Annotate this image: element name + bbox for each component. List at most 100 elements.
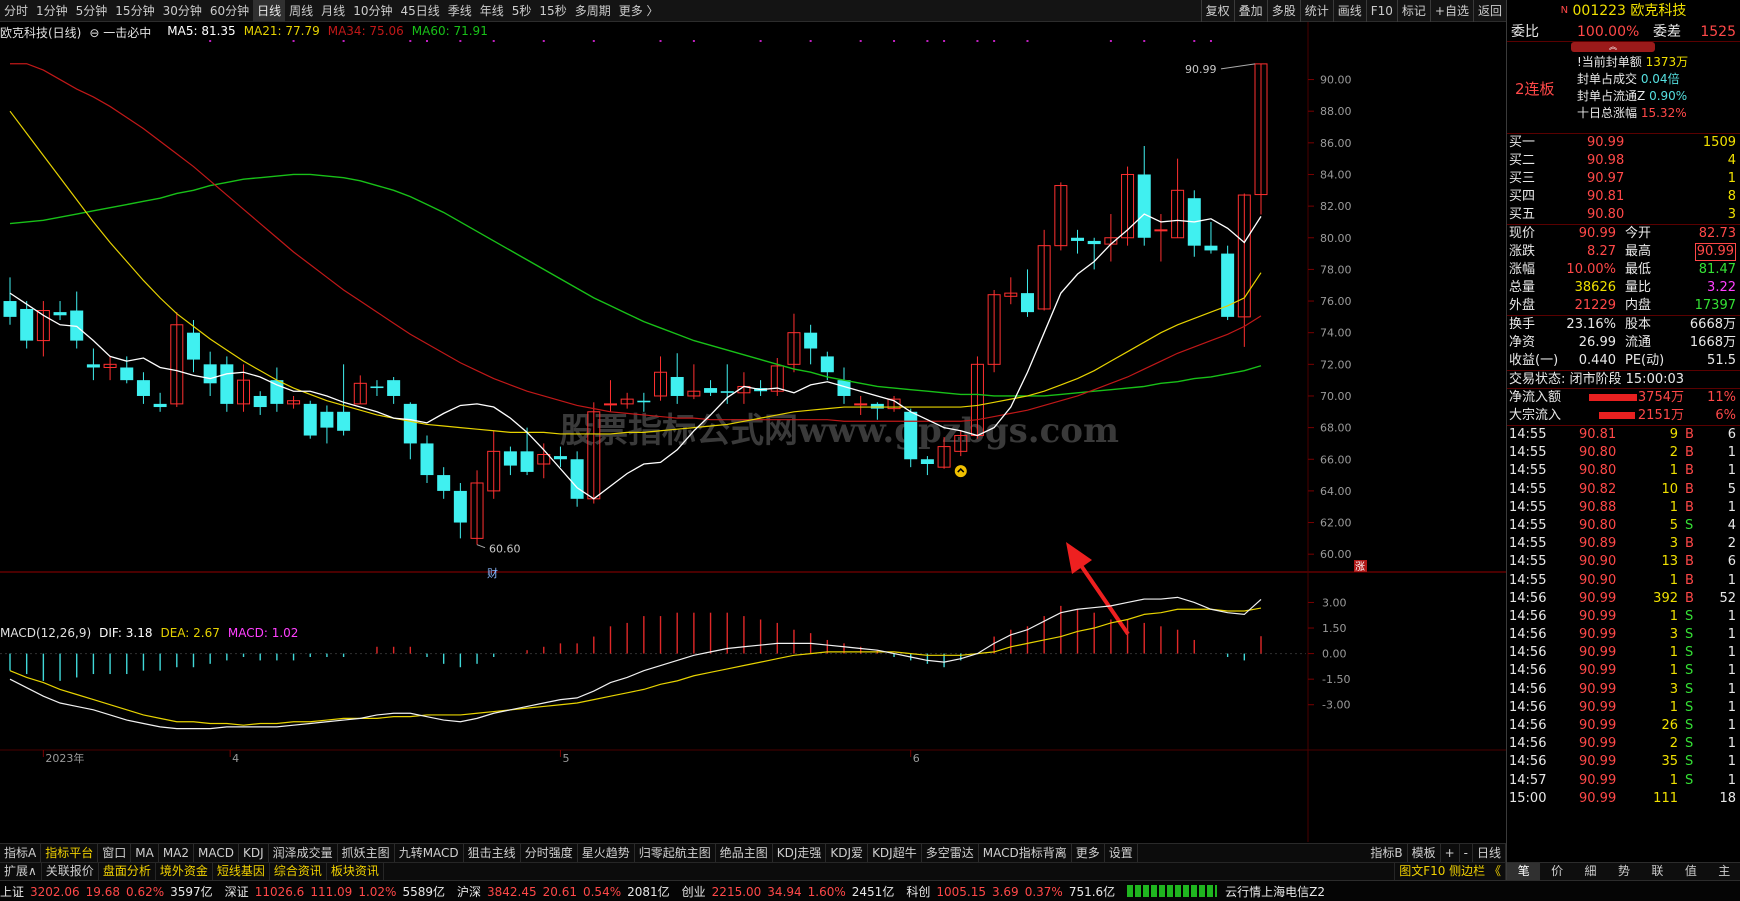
ext-tab-5[interactable]: 综合资讯 [270,863,327,880]
server-label[interactable]: 云行情上海电信Z2 [1225,883,1325,900]
ext-tab-3[interactable]: 境外资金 [156,863,213,880]
formula-label[interactable]: ⊖ 一击必中 [89,24,159,40]
indicator-right-btn-0[interactable]: 指标B [1366,844,1408,862]
index-item-3[interactable]: 创业 2215.00 34.94 1.60% 2451亿 [682,883,901,900]
finance-marker: 财 [487,566,498,580]
indicator-tab-20[interactable]: 更多 [1072,844,1105,862]
ext-tab-6[interactable]: 板块资讯 [327,863,384,880]
sidebar-tab-5[interactable]: 值 [1674,863,1707,880]
stock-code: 001223 [1572,3,1626,19]
index-item-2[interactable]: 沪深 3842.45 20.61 0.54% 2081亿 [457,883,676,900]
period-tab-3[interactable]: 15分钟 [111,0,158,22]
indicator-tab-5[interactable]: MACD [194,844,239,862]
tick-price-8: 90.90 [1579,572,1617,588]
sidebar-tab-3[interactable]: 势 [1607,863,1640,880]
indicator-tab-7[interactable]: 润泽成交量 [269,844,338,862]
ext-tab-4[interactable]: 短线基因 [213,863,270,880]
indicator-tab-4[interactable]: MA2 [159,844,195,862]
indicator-tab-13[interactable]: 归零起航主图 [635,844,716,862]
indicator-tab-3[interactable]: MA [131,844,159,862]
lianban-label: 2连板 [1515,80,1555,98]
tick-volume-11: 3 [1669,627,1678,643]
period-tab-11[interactable]: 季线 [444,0,476,22]
index-item-0[interactable]: 上证 3202.06 19.68 0.62% 3597亿 [0,883,219,900]
sidebar-tab-2[interactable]: 細 [1574,863,1607,880]
indicator-tab-2[interactable]: 窗口 [98,844,132,862]
tick-row-5: 14:55 90.80 5 S 4 [1507,517,1740,535]
indicator-tab-10[interactable]: 狙击主线 [464,844,521,862]
indicator-tab-11[interactable]: 分时强度 [521,844,578,862]
sidebar-tab-1[interactable]: 价 [1540,863,1573,880]
period-tab-16[interactable]: 更多 〉 [615,0,663,22]
kline-chart[interactable]: 90.00 88.00 86.00 84.00 82.00 80.00 78.00 76.00… [0,22,1506,851]
period-tab-6[interactable]: 日线 [253,0,286,22]
toolbar-btn-5[interactable]: F10 [1365,0,1397,22]
indicator-right-btn-2[interactable]: + [1441,844,1460,862]
indicator-tab-9[interactable]: 九转MACD [395,844,464,862]
candle-body-12 [203,364,217,384]
period-tab-12[interactable]: 年线 [476,0,508,22]
indicator-tab-14[interactable]: 绝品主图 [716,844,773,862]
period-tab-10[interactable]: 45日线 [396,0,443,22]
indicator-tab-16[interactable]: KDJ爱 [826,844,869,862]
indicator-tab-19[interactable]: MACD指标背离 [979,844,1072,862]
ext-tab-0[interactable]: 扩展∧ [0,863,42,880]
period-tab-5[interactable]: 60分钟 [206,0,253,22]
top-signal-dot-17 [976,40,979,42]
tick-volume-15: 1 [1669,699,1678,715]
toolbar-btn-3[interactable]: 统计 [1299,0,1333,22]
candle-22 [370,380,384,396]
ext-tab-2[interactable]: 盘面分析 [99,863,156,880]
indicator-right-btn-4[interactable]: 日线 [1473,844,1506,862]
toolbar-btn-6[interactable]: 标记 [1396,0,1430,22]
period-tab-9[interactable]: 10分钟 [349,0,396,22]
tick-row-4: 14:55 90.88 1 B 1 [1507,499,1740,517]
period-tab-7[interactable]: 周线 [285,0,317,22]
tick-time-5: 14:55 [1509,517,1547,533]
index-item-4[interactable]: 科创 1005.15 3.69 0.37% 751.6亿 [906,883,1121,900]
indicator-tab-1[interactable]: 指标平台 [41,844,99,862]
f10-sidebar-toggle[interactable]: 图文F10 侧边栏 《 [1394,863,1506,880]
candle-23 [387,376,401,404]
period-tab-8[interactable]: 月线 [317,0,349,22]
weibi-row: 委比 100.00% 委差 1525 [1507,22,1740,42]
toolbar-btn-8[interactable]: 返回 [1472,0,1506,22]
candle-body-43 [720,391,734,393]
sidebar-tab-0[interactable]: 笔 [1507,863,1541,880]
indicator-right-btn-1[interactable]: 模板 [1408,844,1441,862]
indicator-tab-21[interactable]: 设置 [1105,844,1138,862]
toolbar-btn-2[interactable]: 多股 [1266,0,1300,22]
index-field-3-3: 1.60% [807,884,846,899]
indicator-right-btn-3[interactable]: - [1460,844,1473,862]
candle-31 [520,427,534,476]
tick-time-15: 14:56 [1509,699,1547,715]
indicator-tab-6[interactable]: KDJ [239,844,269,862]
toolbar-btn-1[interactable]: 叠加 [1233,0,1267,22]
index-item-1[interactable]: 深证 11026.6 111.09 1.02% 5589亿 [225,883,451,900]
period-tab-13[interactable]: 5秒 [508,0,536,22]
expand-button[interactable]: ︽ [1507,42,1740,52]
sidebar-tab-6[interactable]: 主 [1708,863,1740,880]
indicator-tab-15[interactable]: KDJ走强 [773,844,827,862]
toolbar-btn-7[interactable]: +自选 [1429,0,1473,22]
buy-level-2: 买三 90.97 1 [1507,170,1740,188]
toolbar-btn-0[interactable]: 复权 [1200,0,1234,22]
indicator-tab-17[interactable]: KDJ超牛 [868,844,922,862]
period-tab-1[interactable]: 1分钟 [32,0,72,22]
period-tab-15[interactable]: 多周期 [571,0,615,22]
candle-body-3 [53,312,67,316]
price-tick-11: 68.00 [1320,422,1352,435]
period-tab-0[interactable]: 分时 [0,0,32,22]
sidebar-tab-4[interactable]: 联 [1641,863,1674,880]
period-tab-2[interactable]: 5分钟 [72,0,112,22]
period-tab-14[interactable]: 15秒 [535,0,570,22]
top-signal-dot-4 [426,40,428,42]
period-tab-4[interactable]: 30分钟 [159,0,206,22]
indicator-tab-0[interactable]: 指标A [0,844,42,862]
toolbar-btn-4[interactable]: 画线 [1332,0,1366,22]
candle-12 [203,351,217,396]
ext-tab-1[interactable]: 关联报价 [42,863,99,880]
indicator-tab-12[interactable]: 星火趋势 [578,844,635,862]
indicator-tab-8[interactable]: 抓妖主图 [338,844,395,862]
indicator-tab-18[interactable]: 多空雷达 [922,844,979,862]
